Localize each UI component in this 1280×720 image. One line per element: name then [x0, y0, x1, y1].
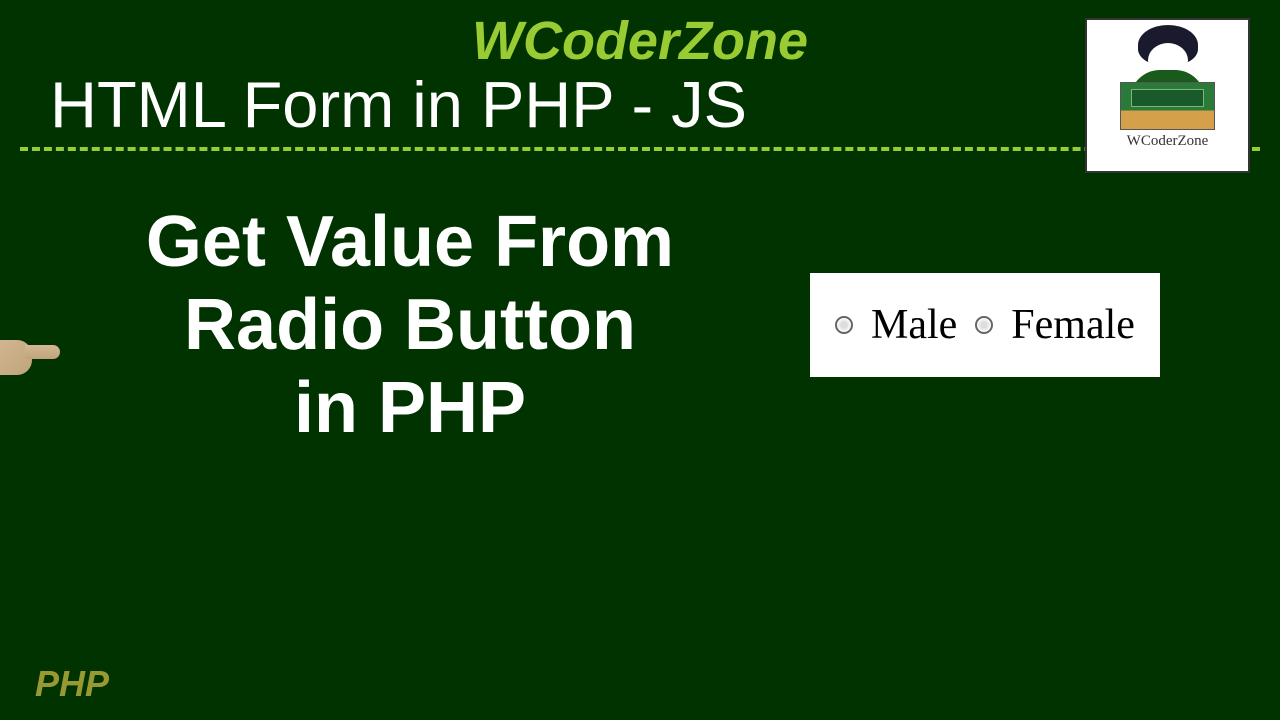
divider	[20, 147, 1260, 151]
radio-option-female: Female	[1011, 301, 1135, 349]
footer-label: PHP	[35, 663, 109, 705]
radio-icon	[835, 316, 853, 334]
radio-icon	[975, 316, 993, 334]
topic-line-3: in PHP	[294, 368, 526, 448]
logo-text: WCoderZone	[1127, 133, 1209, 150]
pointing-hand-icon	[0, 330, 60, 385]
main-content: Get Value From Radio Button in PHP Male …	[0, 201, 1280, 449]
logo-person-icon	[1118, 25, 1218, 90]
radio-example-box: Male Female	[810, 273, 1160, 377]
logo-laptop-icon	[1120, 82, 1215, 130]
topic-title: Get Value From Radio Button in PHP	[50, 201, 770, 449]
topic-line-1: Get Value From	[146, 202, 674, 282]
topic-line-2: Radio Button	[184, 285, 636, 365]
brand-logo: WCoderZone	[1085, 18, 1250, 173]
radio-option-male: Male	[871, 301, 957, 349]
